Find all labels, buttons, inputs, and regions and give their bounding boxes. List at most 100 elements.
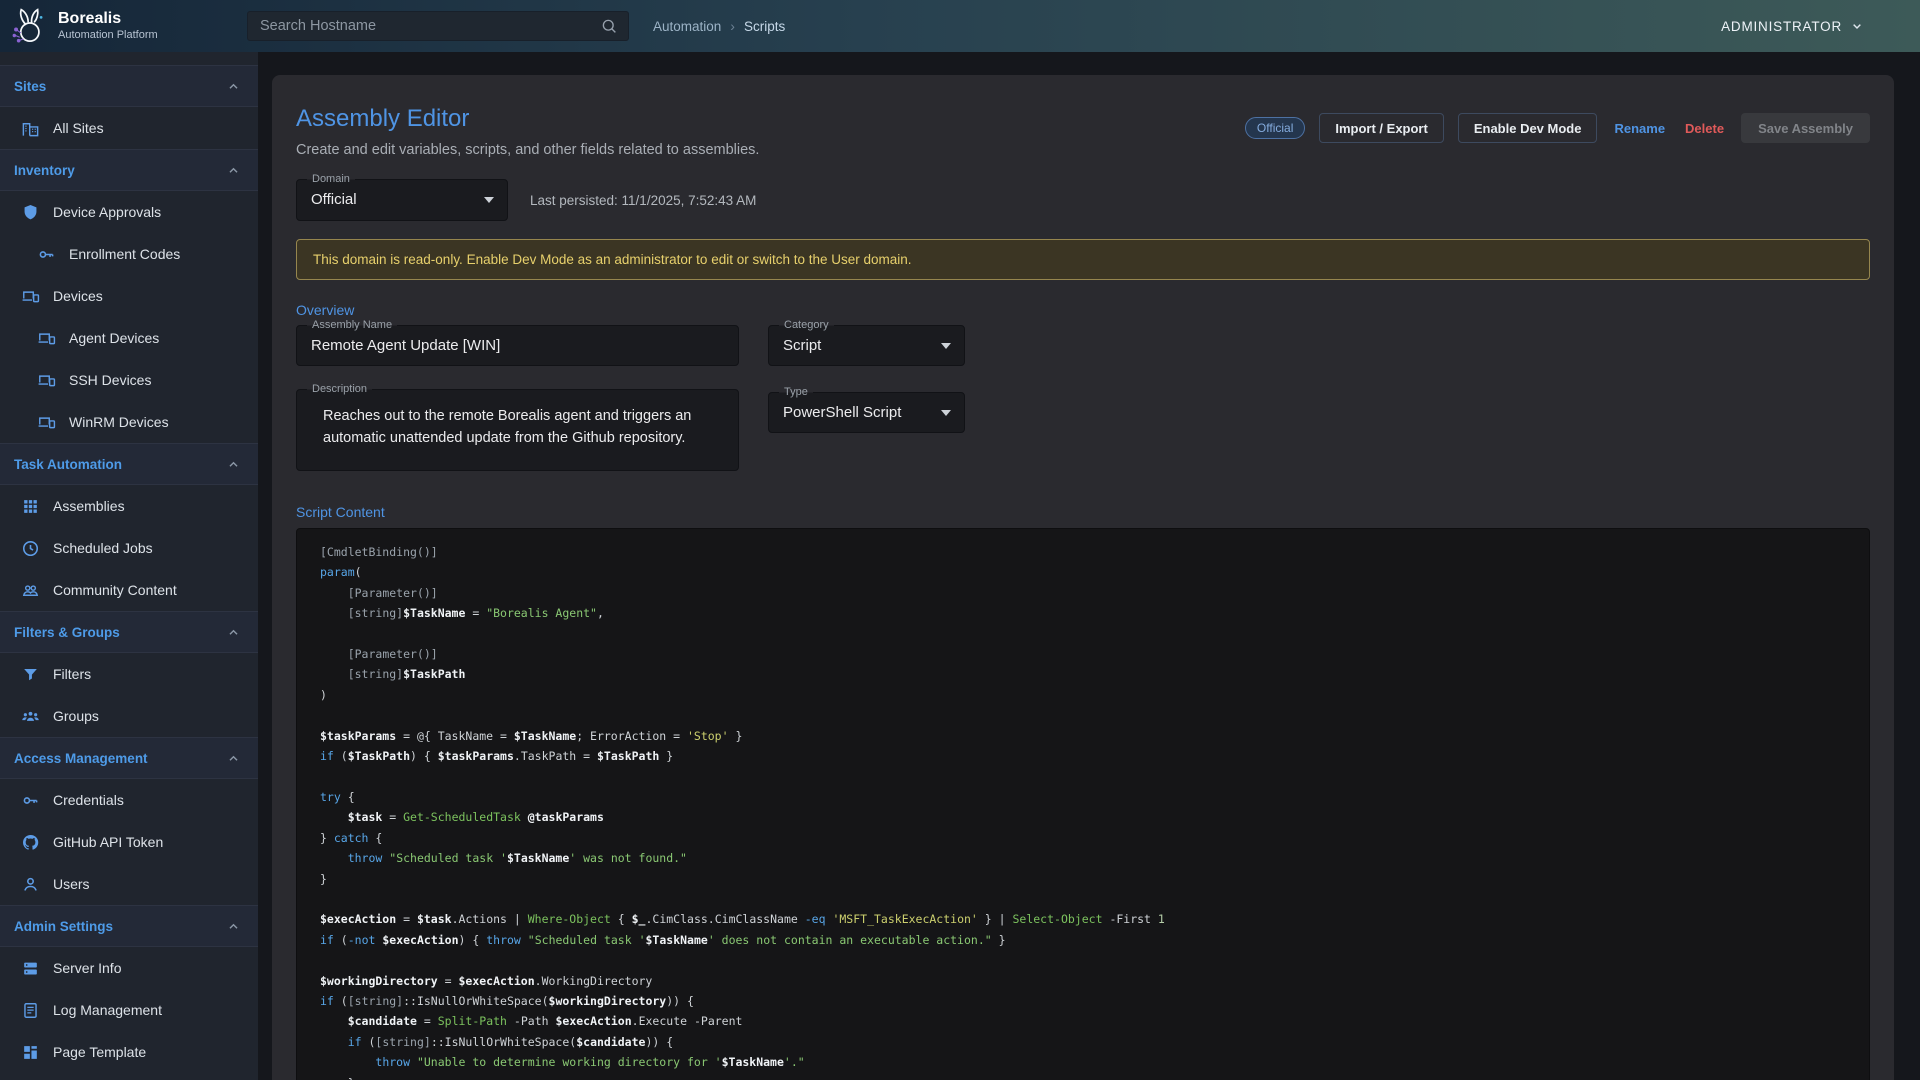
sidebar-item-github-api-token[interactable]: GitHub API Token	[0, 821, 258, 863]
breadcrumb-scripts[interactable]: Scripts	[744, 19, 785, 34]
description-field[interactable]: Description Reaches out to the remote Bo…	[296, 389, 739, 471]
code-line	[320, 889, 1849, 909]
code-line: if ($TaskPath) { $taskParams.TaskPath = …	[320, 746, 1849, 766]
code-line: $workingDirectory = $execAction.WorkingD…	[320, 971, 1849, 991]
category-label: Category	[779, 319, 834, 332]
assembly-name-field[interactable]: Assembly Name Remote Agent Update [WIN]	[296, 325, 739, 366]
devices-icon	[37, 329, 56, 348]
breadcrumb-automation[interactable]: Automation	[653, 19, 721, 34]
code-line	[320, 766, 1849, 786]
sidebar-item-label: Credentials	[53, 792, 124, 808]
overview-form: Assembly Name Remote Agent Update [WIN] …	[296, 325, 1870, 471]
sidebar-item-community-content[interactable]: Community Content	[0, 569, 258, 611]
rename-button[interactable]: Rename	[1611, 113, 1668, 143]
code-line: throw "Unable to determine working direc…	[320, 1052, 1849, 1072]
chevron-up-icon	[225, 78, 242, 95]
sidebar-item-enrollment-codes[interactable]: Enrollment Codes	[0, 233, 258, 275]
filter-icon	[21, 665, 40, 684]
sidebar-item-server-info[interactable]: Server Info	[0, 947, 258, 989]
domain-value: Official	[297, 180, 507, 220]
overview-section-label: Overview	[296, 302, 1870, 318]
sidebar-item-page-template[interactable]: Page Template	[0, 1031, 258, 1073]
script-editor[interactable]: [CmdletBinding()]param( [Parameter()] [s…	[296, 528, 1870, 1080]
groups-icon	[21, 707, 40, 726]
read-only-warning-banner: This domain is read-only. Enable Dev Mod…	[296, 239, 1870, 280]
template-icon	[21, 1043, 40, 1062]
devices-icon	[37, 371, 56, 390]
sidebar-item-credentials[interactable]: Credentials	[0, 779, 258, 821]
hostname-search	[247, 11, 629, 41]
brand: Borealis Automation Platform	[0, 5, 247, 47]
sidebar-item-log-management[interactable]: Log Management	[0, 989, 258, 1031]
sidebar-section-access-management[interactable]: Access Management	[0, 737, 258, 779]
code-line: [string]$TaskPath	[320, 664, 1849, 684]
sidebar-item-label: Filters	[53, 666, 91, 682]
chevron-up-icon	[225, 918, 242, 935]
sidebar-item-agent-devices[interactable]: Agent Devices	[0, 317, 258, 359]
code-line: throw "Scheduled task '$TaskName' was no…	[320, 848, 1849, 868]
code-line: $execAction = $task.Actions | Where-Obje…	[320, 909, 1849, 929]
sidebar-section-sites[interactable]: Sites	[0, 65, 258, 107]
sidebar-item-all-sites[interactable]: All Sites	[0, 107, 258, 149]
sidebar-item-label: Devices	[53, 288, 103, 304]
sidebar-item-ssh-devices[interactable]: SSH Devices	[0, 359, 258, 401]
caret-down-icon	[484, 197, 494, 203]
top-bar: Borealis Automation Platform Automation …	[0, 0, 1920, 52]
search-icon[interactable]	[600, 17, 618, 35]
sidebar-section-inventory[interactable]: Inventory	[0, 149, 258, 191]
import-export-button[interactable]: Import / Export	[1319, 113, 1443, 143]
code-line: $task = Get-ScheduledTask @taskParams	[320, 807, 1849, 827]
sidebar-item-label: Log Management	[53, 1002, 162, 1018]
sidebar-item-label: WinRM Devices	[69, 414, 169, 430]
sidebar-item-label: Groups	[53, 708, 99, 724]
code-line: $taskParams = @{ TaskName = $TaskName; E…	[320, 726, 1849, 746]
enable-dev-mode-button[interactable]: Enable Dev Mode	[1458, 113, 1598, 143]
key-icon	[21, 791, 40, 810]
assembly-name-label: Assembly Name	[307, 319, 397, 332]
type-label: Type	[779, 386, 813, 399]
sidebar-item-device-approvals[interactable]: Device Approvals	[0, 191, 258, 233]
domain-status-badge: Official	[1245, 117, 1305, 139]
grid-icon	[21, 497, 40, 516]
type-select[interactable]: Type PowerShell Script	[768, 392, 965, 433]
user-menu[interactable]: ADMINISTRATOR	[1721, 18, 1920, 34]
code-line: [CmdletBinding()]	[320, 542, 1849, 562]
breadcrumb: Automation › Scripts	[653, 18, 785, 34]
brand-title: Borealis	[58, 10, 158, 28]
sidebar-item-assemblies[interactable]: Assemblies	[0, 485, 258, 527]
code-line: [Parameter()]	[320, 583, 1849, 603]
building-icon	[21, 119, 40, 138]
sidebar-section-admin-settings[interactable]: Admin Settings	[0, 905, 258, 947]
sidebar-item-label: Community Content	[53, 582, 177, 598]
code-line: )	[320, 685, 1849, 705]
brand-subtitle: Automation Platform	[58, 29, 158, 42]
search-input[interactable]	[248, 18, 600, 34]
sidebar-item-label: All Sites	[53, 120, 104, 136]
sidebar-item-groups[interactable]: Groups	[0, 695, 258, 737]
sidebar-item-users[interactable]: Users	[0, 863, 258, 905]
sidebar-item-scheduled-jobs[interactable]: Scheduled Jobs	[0, 527, 258, 569]
sidebar-item-winrm-devices[interactable]: WinRM Devices	[0, 401, 258, 443]
sidebar-section-label: Inventory	[14, 163, 75, 178]
sidebar-item-label: GitHub API Token	[53, 834, 163, 850]
sidebar-section-task-automation[interactable]: Task Automation	[0, 443, 258, 485]
borealis-rabbit-logo-icon	[10, 5, 48, 47]
delete-button[interactable]: Delete	[1682, 113, 1727, 143]
code-line: }	[320, 869, 1849, 889]
chevron-up-icon	[225, 456, 242, 473]
sidebar-item-filters[interactable]: Filters	[0, 653, 258, 695]
server-icon	[21, 959, 40, 978]
sidebar-item-devices[interactable]: Devices	[0, 275, 258, 317]
github-icon	[21, 833, 40, 852]
sidebar-section-filters-groups[interactable]: Filters & Groups	[0, 611, 258, 653]
last-persisted-text: Last persisted: 11/1/2025, 7:52:43 AM	[530, 193, 756, 208]
devices-icon	[21, 287, 40, 306]
code-line: try {	[320, 787, 1849, 807]
code-line: if (-not $execAction) { throw "Scheduled…	[320, 930, 1849, 950]
category-select[interactable]: Category Script	[768, 325, 965, 366]
domain-select[interactable]: Domain Official	[296, 179, 508, 221]
user-icon	[21, 875, 40, 894]
code-line	[320, 624, 1849, 644]
save-assembly-button[interactable]: Save Assembly	[1741, 113, 1870, 143]
assembly-editor-panel: Assembly Editor Create and edit variable…	[272, 75, 1894, 1080]
